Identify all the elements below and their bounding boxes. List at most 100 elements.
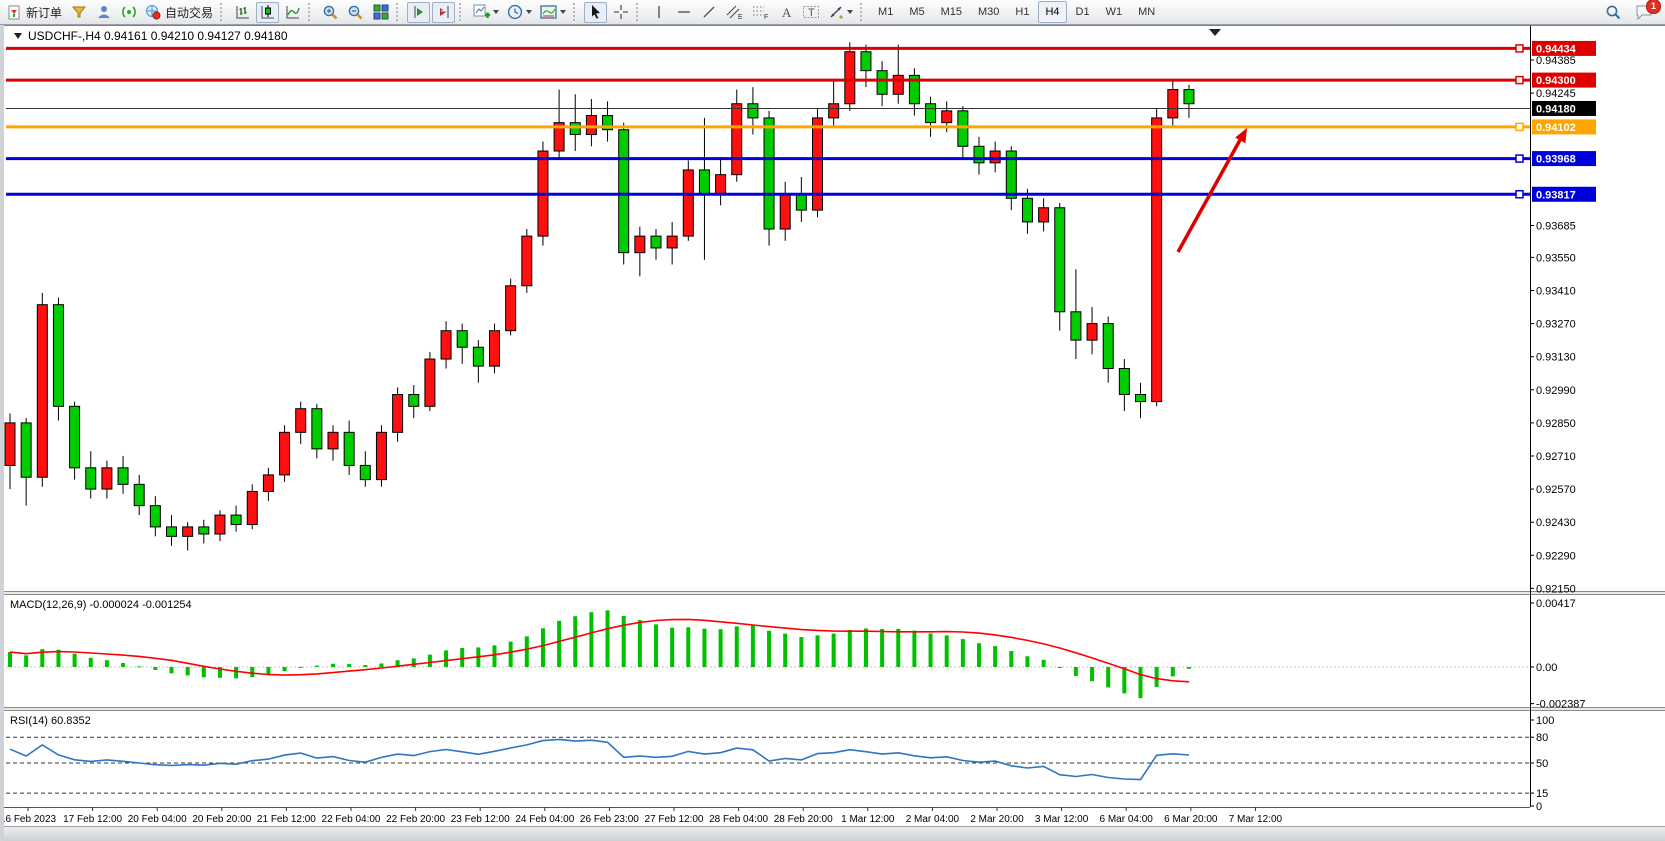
candle [651, 236, 661, 248]
label-tool-button[interactable]: T [799, 2, 823, 23]
zoom-in-button[interactable] [319, 2, 342, 23]
candle [861, 52, 871, 71]
timeframe-toolbar: M1M5M15M30H1H4D1W1MN [870, 1, 1163, 23]
market-watch-icon [71, 4, 87, 20]
timeframe-M15[interactable]: M15 [934, 1, 969, 23]
chart-shift-button[interactable] [432, 2, 455, 23]
timeframe-M1[interactable]: M1 [871, 1, 900, 23]
macd-histogram-bar [121, 663, 125, 667]
auto-scroll-icon [411, 4, 427, 20]
templates-button[interactable] [537, 2, 569, 23]
candle [5, 423, 15, 466]
timeframe-H1[interactable]: H1 [1008, 1, 1036, 23]
zoom-out-icon [347, 4, 364, 21]
date-tick-label: 16 Feb 2023 [4, 814, 57, 825]
new-order-button[interactable]: 新订单 [4, 2, 65, 23]
timeframe-H4[interactable]: H4 [1038, 1, 1066, 23]
autotrading-label: 自动交易 [165, 4, 213, 21]
shapes-icon [828, 4, 844, 20]
autotrading-button[interactable]: 自动交易 [142, 2, 216, 23]
candle [1055, 208, 1065, 312]
timeframe-W1[interactable]: W1 [1099, 1, 1130, 23]
search-button[interactable] [1602, 2, 1625, 23]
timeframe-M5[interactable]: M5 [902, 1, 931, 23]
rsi-tick-label: 100 [1536, 715, 1554, 727]
trendline-tool-button[interactable] [697, 2, 720, 23]
candle [1022, 198, 1032, 222]
candle [1152, 118, 1162, 402]
auto-scroll-button[interactable] [407, 2, 430, 23]
fibonacci-tool-button[interactable]: F [748, 2, 772, 23]
macd-tick-label: 0.00417 [1536, 598, 1576, 610]
price-badge-label: 0.94102 [1536, 122, 1576, 134]
candle [21, 423, 31, 477]
notification-badge: 1 [1646, 0, 1661, 14]
candle [296, 409, 306, 433]
text-tool-button[interactable]: A [774, 2, 797, 23]
equidistant-channel-tool-button[interactable]: E [722, 2, 746, 23]
candle [942, 111, 952, 123]
candle [1039, 208, 1049, 222]
vertical-line-tool-button[interactable] [647, 2, 670, 23]
line-handle[interactable] [1516, 123, 1523, 130]
macd-histogram-bar [460, 648, 464, 667]
shapes-tool-button[interactable] [825, 2, 856, 23]
price-badge-label: 0.93817 [1536, 189, 1576, 201]
label-icon: T [802, 4, 820, 20]
candle [490, 331, 500, 366]
candle [247, 491, 257, 524]
navigator-button[interactable] [92, 2, 115, 23]
macd-histogram-bar [315, 666, 319, 667]
bar-chart-mode-button[interactable] [231, 2, 254, 23]
horizontal-line-tool-button[interactable] [672, 2, 695, 23]
bar-chart-icon [235, 4, 251, 20]
collapse-chart-icon[interactable] [14, 33, 22, 39]
candle [990, 151, 1000, 163]
signals-button[interactable] [117, 2, 140, 23]
cursor-button[interactable] [584, 2, 607, 23]
candle [813, 118, 823, 210]
crosshair-button[interactable] [609, 2, 632, 23]
line-handle[interactable] [1516, 45, 1523, 52]
price-tick-label: 0.92430 [1536, 517, 1576, 529]
notifications-button[interactable]: 1 [1632, 2, 1656, 23]
macd-histogram-bar [299, 667, 303, 668]
macd-histogram-bar [1090, 667, 1094, 681]
periods-button[interactable] [504, 2, 535, 23]
macd-histogram-bar [816, 635, 820, 667]
chart-canvas[interactable]: 0.943850.942450.936850.935500.934100.932… [4, 25, 1665, 841]
macd-histogram-bar [993, 646, 997, 667]
candle [37, 305, 47, 478]
crosshair-icon [613, 4, 629, 20]
main-toolbar: 新订单 自动交易 [0, 0, 1665, 25]
market-watch-button[interactable] [67, 2, 90, 23]
candle [1119, 369, 1129, 395]
candle [683, 170, 693, 236]
chart-window[interactable]: 0.943850.942450.936850.935500.934100.932… [0, 25, 1665, 841]
macd-histogram-bar [250, 667, 254, 677]
macd-histogram-bar [525, 636, 529, 667]
macd-histogram-bar [509, 642, 513, 667]
line-handle[interactable] [1516, 77, 1523, 84]
zoom-out-button[interactable] [344, 2, 367, 23]
candle [522, 236, 532, 286]
timeframe-D1[interactable]: D1 [1069, 1, 1097, 23]
date-tick-label: 7 Mar 12:00 [1229, 814, 1283, 825]
svg-text:F: F [764, 14, 768, 20]
tile-windows-button[interactable] [369, 2, 392, 23]
timeframe-M30[interactable]: M30 [971, 1, 1006, 23]
candlestick-mode-button[interactable] [256, 2, 279, 23]
add-indicator-button[interactable] [470, 2, 502, 23]
dropdown-caret-icon [560, 10, 566, 14]
candle [118, 468, 128, 485]
macd-histogram-bar [702, 629, 706, 667]
macd-histogram-bar [606, 610, 610, 667]
candle [280, 432, 290, 475]
line-chart-mode-button[interactable] [281, 2, 304, 23]
date-tick-label: 20 Feb 20:00 [192, 814, 251, 825]
candle [312, 409, 322, 449]
line-handle[interactable] [1516, 191, 1523, 198]
macd-histogram-bar [864, 628, 868, 667]
line-handle[interactable] [1516, 155, 1523, 162]
timeframe-MN[interactable]: MN [1131, 1, 1162, 23]
